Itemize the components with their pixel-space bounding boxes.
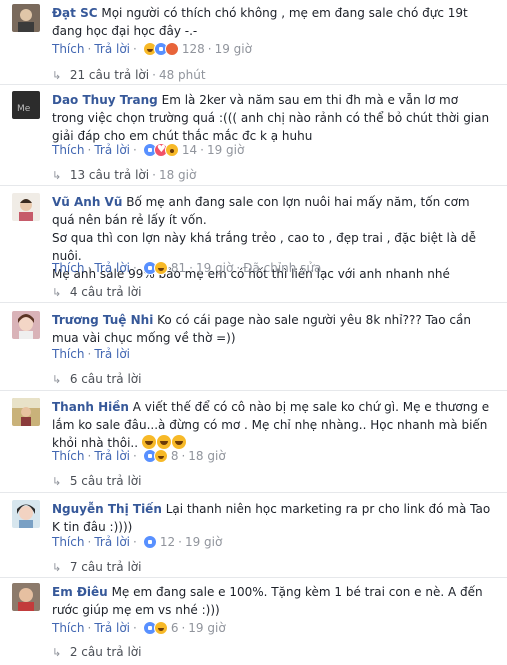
reaction-count: 14 <box>181 143 198 157</box>
haha-icon <box>153 449 168 463</box>
comment-actions: Thích · Trả lời · 81 · 19 giờ · Đã chỉnh sửa <box>52 261 322 275</box>
comment-text: Mọi người có thích chó không , mẹ em đan… <box>52 6 468 38</box>
view-replies[interactable]: ↳ 2 câu trả lời <box>52 644 141 660</box>
comment-author[interactable]: Trương Tuệ Nhi <box>52 313 153 327</box>
reply-arrow-icon: ↳ <box>52 561 62 574</box>
reactions[interactable] <box>142 42 179 56</box>
comment-author[interactable]: Em Điêu <box>52 585 108 599</box>
avatar[interactable] <box>12 311 40 339</box>
divider <box>0 185 507 186</box>
reactions[interactable] <box>142 621 168 635</box>
avatar[interactable]: Me <box>12 91 40 119</box>
like-button[interactable]: Thích <box>52 261 84 275</box>
svg-text:Me: Me <box>17 104 31 114</box>
like-button[interactable]: Thích <box>52 535 84 549</box>
timestamp[interactable]: 19 giờ <box>196 261 233 275</box>
laugh-emoji-icon <box>141 435 156 449</box>
comment-author[interactable]: Đạt SC <box>52 6 98 20</box>
timestamp[interactable]: 18 giờ <box>188 449 225 463</box>
timestamp[interactable]: 19 giờ <box>188 621 225 635</box>
reply-arrow-icon: ↳ <box>52 373 62 386</box>
comment-body: Thanh Hiền A viết thế để có cô nào bị mẹ… <box>52 398 492 452</box>
comment-actions: Thích · Trả lời · 8 · 18 giờ <box>52 449 226 463</box>
view-replies[interactable]: ↳ 5 câu trả lời <box>52 473 141 489</box>
edited-label[interactable]: Đã chỉnh sửa <box>243 261 321 275</box>
like-button[interactable]: Thích <box>52 347 84 361</box>
comment-author[interactable]: Dao Thuy Trang <box>52 93 158 107</box>
reactions[interactable] <box>142 261 168 275</box>
comment-actions: Thích·Trả lời·14·19 giờ <box>52 142 244 158</box>
comment-text-line: Sơ qua thì con lợn này khá trắng trẻo , … <box>52 231 477 263</box>
comment-author[interactable]: Nguyễn Thị Tiến <box>52 502 162 516</box>
reply-arrow-icon: ↳ <box>52 169 62 182</box>
reaction-count: 12 <box>159 535 176 549</box>
like-button[interactable]: Thích <box>52 143 84 157</box>
divider <box>0 302 507 303</box>
comment-text: Mẹ em đang sale e 100%. Tặng kèm 1 bé tr… <box>52 585 483 617</box>
timestamp[interactable]: 19 giờ <box>185 535 222 549</box>
like-icon <box>142 535 157 549</box>
comment-author[interactable]: Thanh Hiền <box>52 400 129 414</box>
divider <box>0 84 507 85</box>
angry-icon <box>164 42 179 56</box>
reply-arrow-icon: ↳ <box>52 475 62 488</box>
reactions[interactable] <box>142 535 157 549</box>
reply-arrow-icon: ↳ <box>52 646 62 659</box>
timestamp[interactable]: 19 giờ <box>207 143 244 157</box>
view-replies[interactable]: ↳ 13 câu trả lời · 18 giờ <box>52 167 196 183</box>
comment-body: Em Điêu Mẹ em đang sale e 100%. Tặng kèm… <box>52 583 492 619</box>
view-replies[interactable]: ↳ 21 câu trả lời · 48 phút <box>52 67 206 83</box>
reply-button[interactable]: Trả lời <box>94 621 130 635</box>
reaction-count: 81 <box>170 261 187 275</box>
avatar[interactable] <box>12 4 40 32</box>
reply-button[interactable]: Trả lời <box>94 449 130 463</box>
comment-actions: Thích · Trả lời · 12 · 19 giờ <box>52 535 223 549</box>
reaction-count: 128 <box>181 42 205 56</box>
view-replies[interactable]: ↳ 4 câu trả lời <box>52 284 141 300</box>
divider <box>0 492 507 493</box>
avatar[interactable] <box>12 398 40 426</box>
comment-body: Nguyễn Thị Tiến Lại thanh niên học marke… <box>52 500 492 536</box>
reactions[interactable] <box>142 449 168 463</box>
comment-body: Dao Thuy Trang Em là 2ker và năm sau em … <box>52 91 492 145</box>
comment-body: Trương Tuệ Nhi Ko có cái page nào sale n… <box>52 311 492 347</box>
wow-icon <box>164 143 179 157</box>
haha-icon <box>153 261 168 275</box>
reply-button[interactable]: Trả lời <box>94 42 130 56</box>
haha-icon <box>153 621 168 635</box>
comment-actions: Thích · Trả lời · 6 · 19 giờ <box>52 621 226 635</box>
comment-author[interactable]: Vũ Anh Vũ <box>52 195 122 209</box>
divider <box>0 390 507 391</box>
comment-feed: Đạt SC Mọi người có thích chó không , mẹ… <box>0 0 507 665</box>
avatar[interactable] <box>12 583 40 611</box>
comment-actions: Thích · Trả lời <box>52 347 130 361</box>
reply-button[interactable]: Trả lời <box>94 347 130 361</box>
reply-button[interactable]: Trả lời <box>94 535 130 549</box>
like-button[interactable]: Thích <box>52 42 84 56</box>
avatar[interactable] <box>12 500 40 528</box>
reply-arrow-icon: ↳ <box>52 69 62 82</box>
reply-button[interactable]: Trả lời <box>94 261 130 275</box>
timestamp[interactable]: 19 giờ <box>215 42 252 56</box>
reply-arrow-icon: ↳ <box>52 286 62 299</box>
reply-button[interactable]: Trả lời <box>94 143 130 157</box>
like-button[interactable]: Thích <box>52 449 84 463</box>
avatar[interactable] <box>12 193 40 221</box>
comment-body: Đạt SC Mọi người có thích chó không , mẹ… <box>52 4 492 40</box>
divider <box>0 577 507 578</box>
laugh-emoji-icon <box>156 435 171 449</box>
view-replies[interactable]: ↳ 6 câu trả lời <box>52 371 141 387</box>
like-button[interactable]: Thích <box>52 621 84 635</box>
laugh-emoji-icon <box>171 435 186 449</box>
comment-actions: Thích · Trả lời · 128 · 19 giờ <box>52 42 252 56</box>
reactions[interactable] <box>142 142 179 158</box>
view-replies[interactable]: ↳ 7 câu trả lời <box>52 559 141 575</box>
